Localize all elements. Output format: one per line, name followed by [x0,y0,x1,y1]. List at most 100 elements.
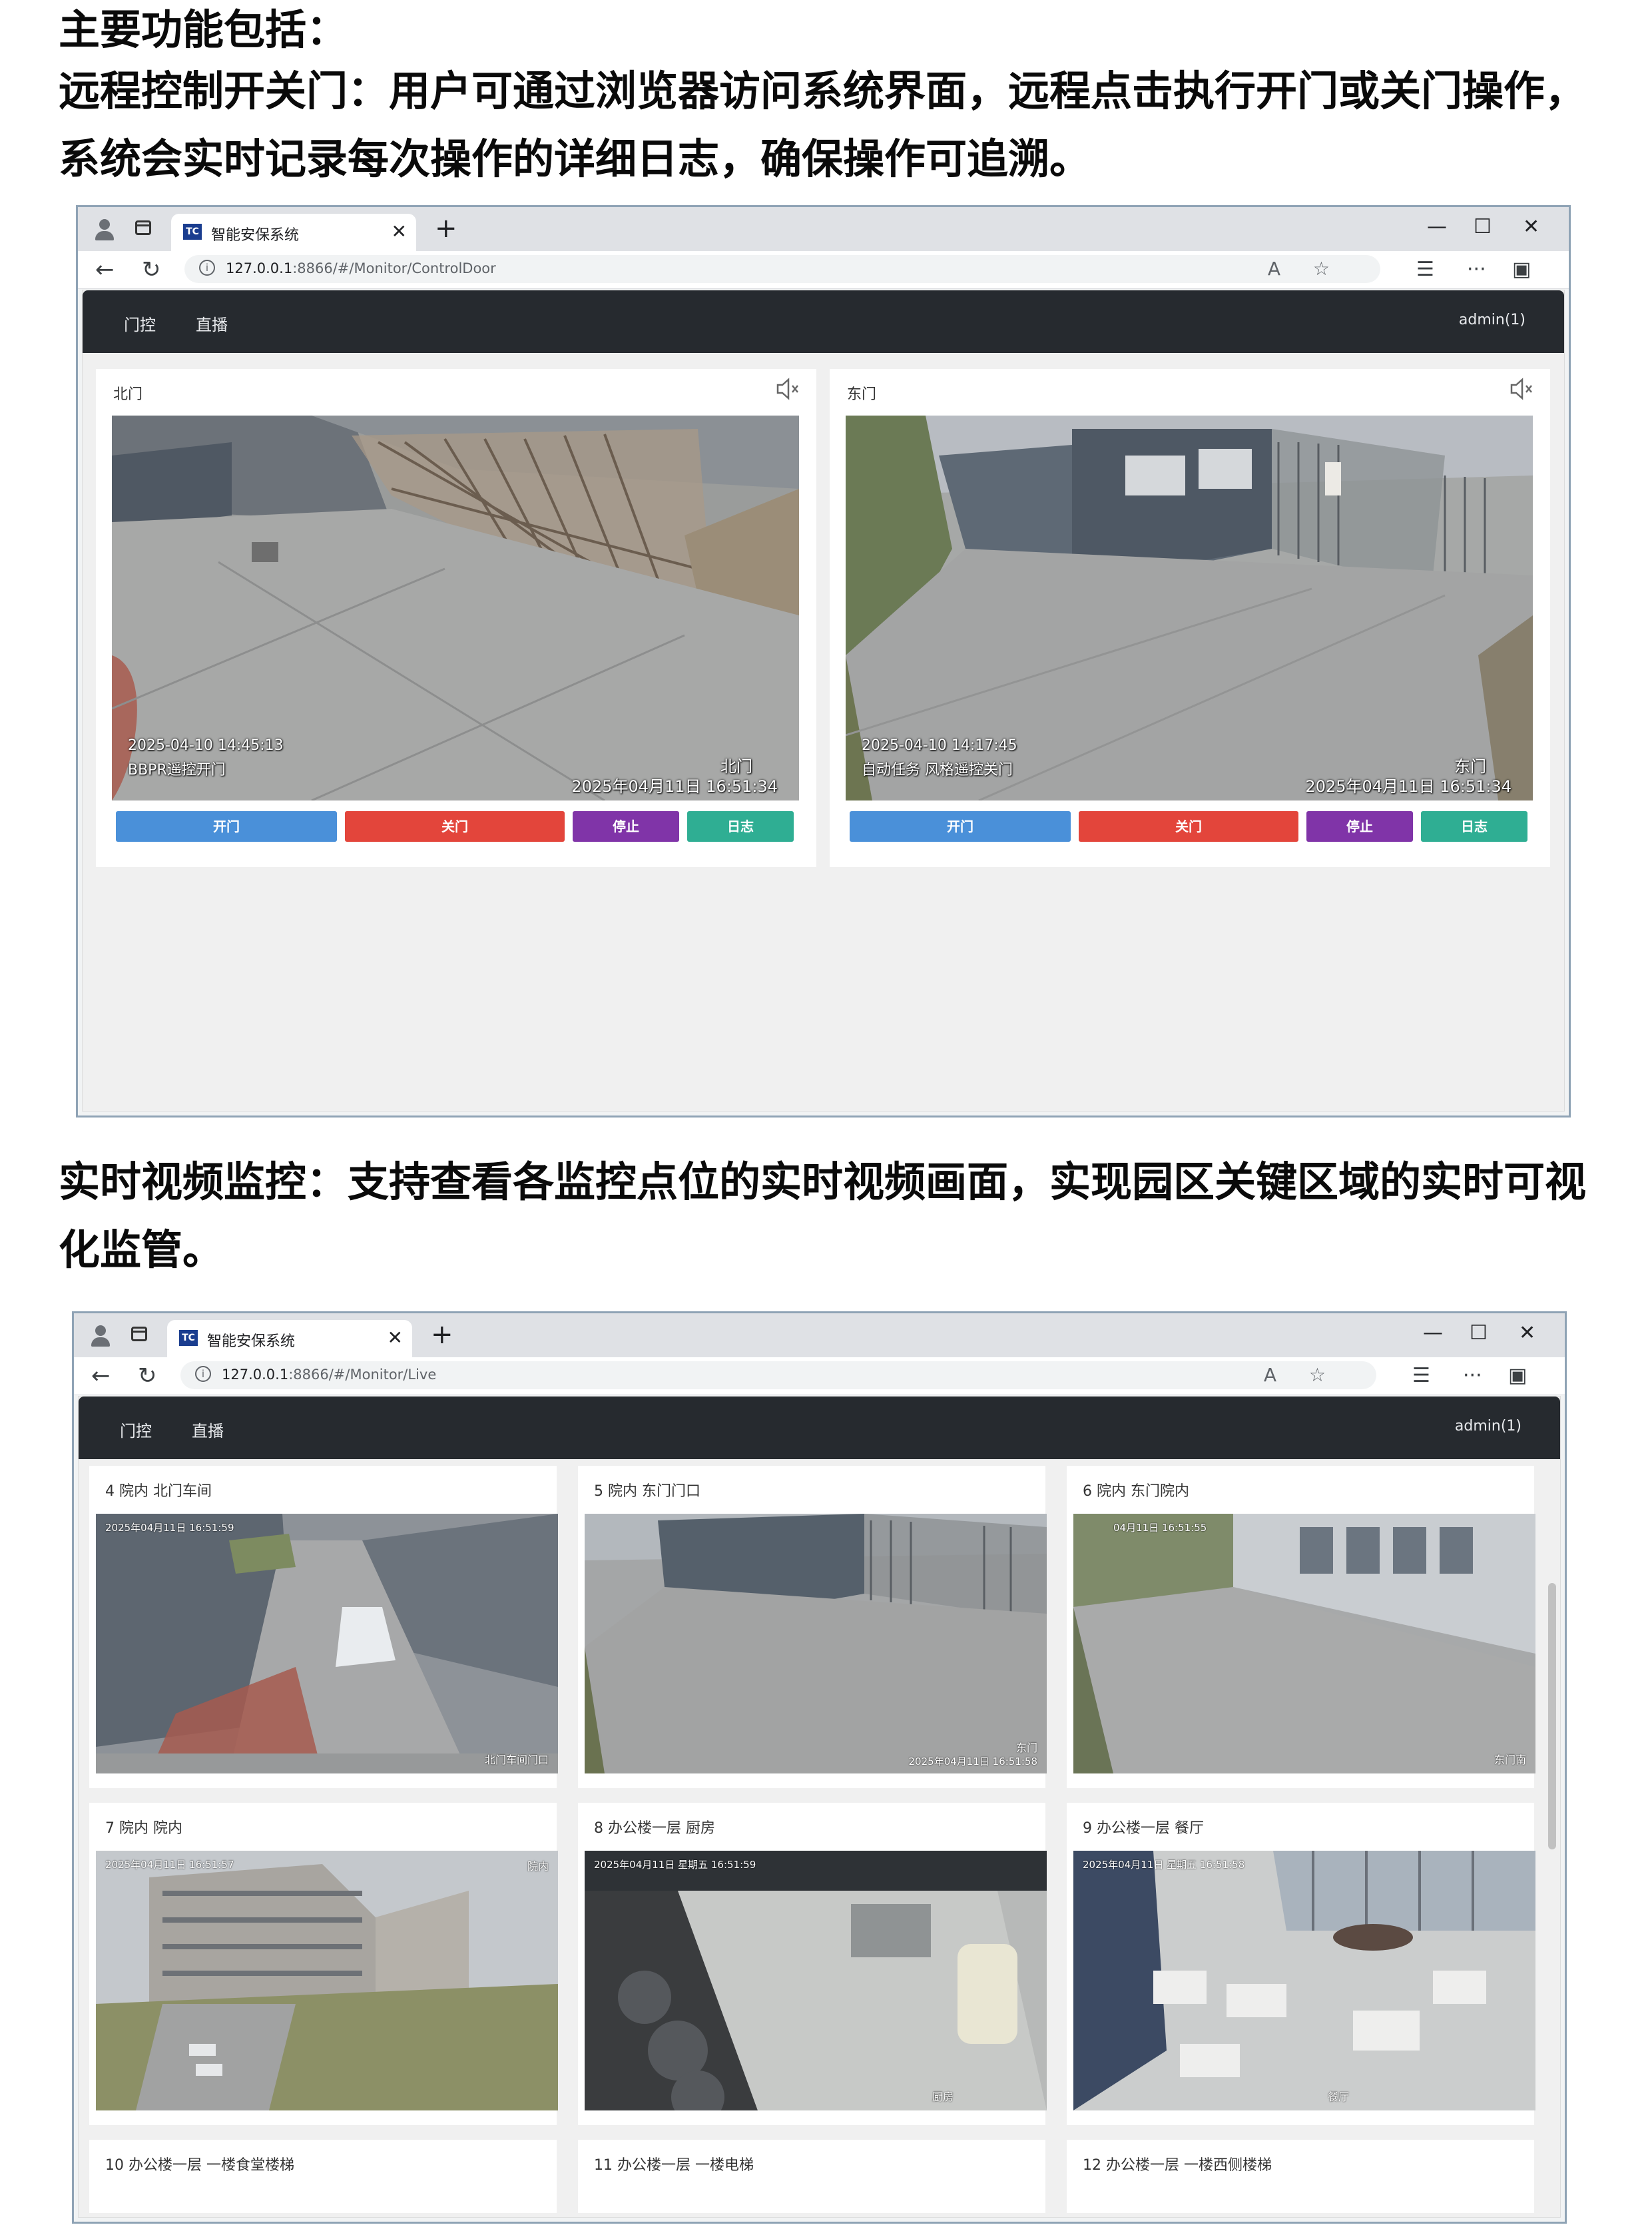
door-panel-north: 北门 2025-04-10 14:45:13 BBPR遥控开门 北门 2025年… [96,369,816,867]
url-path: /#/Monitor/Live [328,1367,437,1383]
more-menu-icon[interactable]: ··· [1463,1363,1482,1389]
app-navbar: 门控 直播 admin(1) [83,290,1564,353]
open-door-button[interactable]: 开门 [850,811,1071,842]
tab-title: 智能安保系统 [211,227,300,244]
camera-osd-name: 厨房 [932,2090,954,2103]
log-button[interactable]: 日志 [1421,811,1527,842]
camera-title: 8 办公楼一层 厨房 [594,1820,715,1837]
camera-card[interactable]: 11 办公楼一层 一楼电梯 [578,2140,1045,2213]
camera-feed: 2025年04月11日 星期五 16:51:59 厨房 [585,1851,1047,2110]
app-navbar: 门控 直播 admin(1) [79,1397,1560,1459]
section-live-video-text: 实时视频监控：支持查看各监控点位的实时视频画面，实现园区关键区域的实时可视化监管… [59,1157,1587,1274]
sidebar-icon[interactable]: ▣ [1508,1363,1527,1389]
osd-event-text: BBPR遥控开门 [128,762,226,779]
browser-tab[interactable]: TC 智能安保系统 ✕ [167,1320,412,1357]
camera-card[interactable]: 10 办公楼一层 一楼食堂楼梯 [89,2140,557,2213]
camera-feed-east: 2025-04-10 14:17:45 自动任务 风格遥控关门 东门 2025年… [846,416,1533,800]
back-arrow-icon[interactable]: ← [95,256,115,283]
page-scrollbar[interactable] [1548,1583,1556,1849]
user-menu[interactable]: admin(1) [1459,312,1525,328]
reload-icon[interactable]: ↻ [142,256,161,283]
open-door-button[interactable]: 开门 [116,811,337,842]
camera-feed-north: 2025-04-10 14:45:13 BBPR遥控开门 北门 2025年04月… [112,416,799,800]
camera-osd-time: 2025年04月11日 16:51:59 [105,1522,234,1534]
maximize-icon[interactable]: ☐ [1470,1321,1488,1345]
osd-timestamp: 2025年04月11日 16:51:34 [571,777,778,796]
url-field[interactable]: i 127.0.0.1:8866/#/Monitor/Live A ☆ [180,1361,1376,1389]
address-bar: ← ↻ i 127.0.0.1:8866/#/Monitor/ControlDo… [78,251,1569,289]
browser-window-door-control: TC 智能安保系统 ✕ + — ☐ ✕ ← ↻ i 127.0.0.1:8866… [76,205,1571,1117]
read-aloud-icon[interactable]: A [1268,258,1280,280]
favorite-star-icon[interactable]: ☆ [1313,258,1330,280]
workspaces-icon[interactable] [131,1327,147,1341]
camera-card[interactable]: 9 办公楼一层 餐厅 2025年04月11日 星期五 16:51:58 餐厅 [1067,1803,1535,2125]
camera-card[interactable]: 4 院内 北门车间 2025年04月11日 16:51:59 北门车间门口 [89,1466,558,1788]
minimize-icon[interactable]: — [1427,215,1447,239]
camera-card[interactable]: 8 办公楼一层 厨房 2025年04月11日 星期五 16:51:59 厨房 [578,1803,1047,2125]
workspaces-icon[interactable] [135,220,151,235]
favorites-list-icon[interactable]: ☰ [1416,256,1434,283]
url-text: 127.0.0.1:8866/#/Monitor/ControlDoor [226,260,496,276]
log-button[interactable]: 日志 [687,811,794,842]
browser-window-live: TC 智能安保系统 ✕ + — ☐ ✕ ← ↻ i 127.0.0.1:8866… [72,1311,1567,2224]
tab-bar: TC 智能安保系统 ✕ + — ☐ ✕ [74,1313,1565,1357]
stop-button[interactable]: 停止 [1306,811,1413,842]
camera-card[interactable]: 7 院内 院内 2025年04月11日 16:51:57 院内 [89,1803,558,2125]
maximize-icon[interactable]: ☐ [1474,215,1492,239]
favicon-icon: TC [183,224,202,240]
door-panel-east: 东门 2025-04-10 14:17:45 自动任务 风格遥控关门 东门 20… [830,369,1550,867]
camera-card[interactable]: 12 办公楼一层 一楼西侧楼梯 [1067,2140,1534,2213]
camera-title: 5 院内 东门门口 [594,1483,700,1500]
close-door-button[interactable]: 关门 [1079,811,1298,842]
camera-osd-time: 2025年04月11日 16:51:57 [105,1859,234,1871]
back-arrow-icon[interactable]: ← [91,1363,111,1389]
reload-icon[interactable]: ↻ [138,1363,157,1389]
tab-close-icon[interactable]: ✕ [392,220,407,242]
window-close-icon[interactable]: ✕ [1519,1321,1535,1345]
nav-live[interactable]: 直播 [192,1418,224,1441]
section-remote-door-text: 远程控制开关门：用户可通过浏览器访问系统界面，远程点击执行开门或关门操作，系统会… [59,67,1587,183]
url-field[interactable]: i 127.0.0.1:8866/#/Monitor/ControlDoor A… [184,255,1380,283]
camera-title: 6 院内 东门院内 [1083,1483,1189,1500]
mute-icon[interactable] [1509,377,1535,401]
browser-tab[interactable]: TC 智能安保系统 ✕ [171,214,416,251]
intro-heading: 主要功能包括： [59,5,348,54]
nav-door-control[interactable]: 门控 [124,312,156,335]
url-host: 127.0.0.1 [226,260,293,276]
camera-card[interactable]: 6 院内 东门院内 04月11日 16:51:55 东门南 [1067,1466,1535,1788]
stop-button[interactable]: 停止 [573,811,679,842]
camera-osd-name: 餐厅 [1327,2090,1349,2103]
address-bar: ← ↻ i 127.0.0.1:8866/#/Monitor/Live A ☆ … [74,1357,1565,1395]
door-panel-title: 北门 [113,386,143,403]
camera-title: 11 办公楼一层 一楼电梯 [594,2157,754,2174]
page-viewport: 门控 直播 admin(1) 北门 2025-04-10 14:45:13 BB… [82,290,1565,1112]
minimize-icon[interactable]: — [1423,1321,1443,1345]
mute-icon[interactable] [775,377,802,401]
new-tab-icon[interactable]: + [435,215,457,242]
door-panel-title: 东门 [847,386,877,403]
user-menu[interactable]: admin(1) [1455,1418,1521,1434]
site-info-icon[interactable]: i [199,260,215,276]
new-tab-icon[interactable]: + [431,1321,453,1348]
nav-live[interactable]: 直播 [196,312,228,335]
url-text: 127.0.0.1:8866/#/Monitor/Live [222,1367,436,1383]
camera-title: 10 办公楼一层 一楼食堂楼梯 [105,2157,294,2174]
window-close-icon[interactable]: ✕ [1523,215,1539,239]
tab-close-icon[interactable]: ✕ [388,1327,403,1349]
nav-door-control[interactable]: 门控 [120,1418,152,1441]
more-menu-icon[interactable]: ··· [1467,256,1486,283]
sidebar-icon[interactable]: ▣ [1512,256,1531,283]
camera-osd-time: 04月11日 16:51:55 [1113,1522,1207,1534]
door-button-row: 开门 关门 停止 日志 [850,811,1530,842]
favorite-star-icon[interactable]: ☆ [1309,1364,1326,1386]
profile-icon[interactable] [89,1324,113,1348]
close-door-button[interactable]: 关门 [345,811,565,842]
camera-osd-name: 东门南 [1494,1753,1526,1766]
favorites-list-icon[interactable]: ☰ [1412,1363,1430,1389]
favicon-icon: TC [179,1330,198,1346]
camera-card[interactable]: 5 院内 东门门口 2025年04月11日 16:51:58 东门 [578,1466,1047,1788]
site-info-icon[interactable]: i [195,1366,211,1382]
read-aloud-icon[interactable]: A [1264,1364,1276,1386]
url-host: 127.0.0.1 [222,1367,289,1383]
profile-icon[interactable] [93,218,117,242]
